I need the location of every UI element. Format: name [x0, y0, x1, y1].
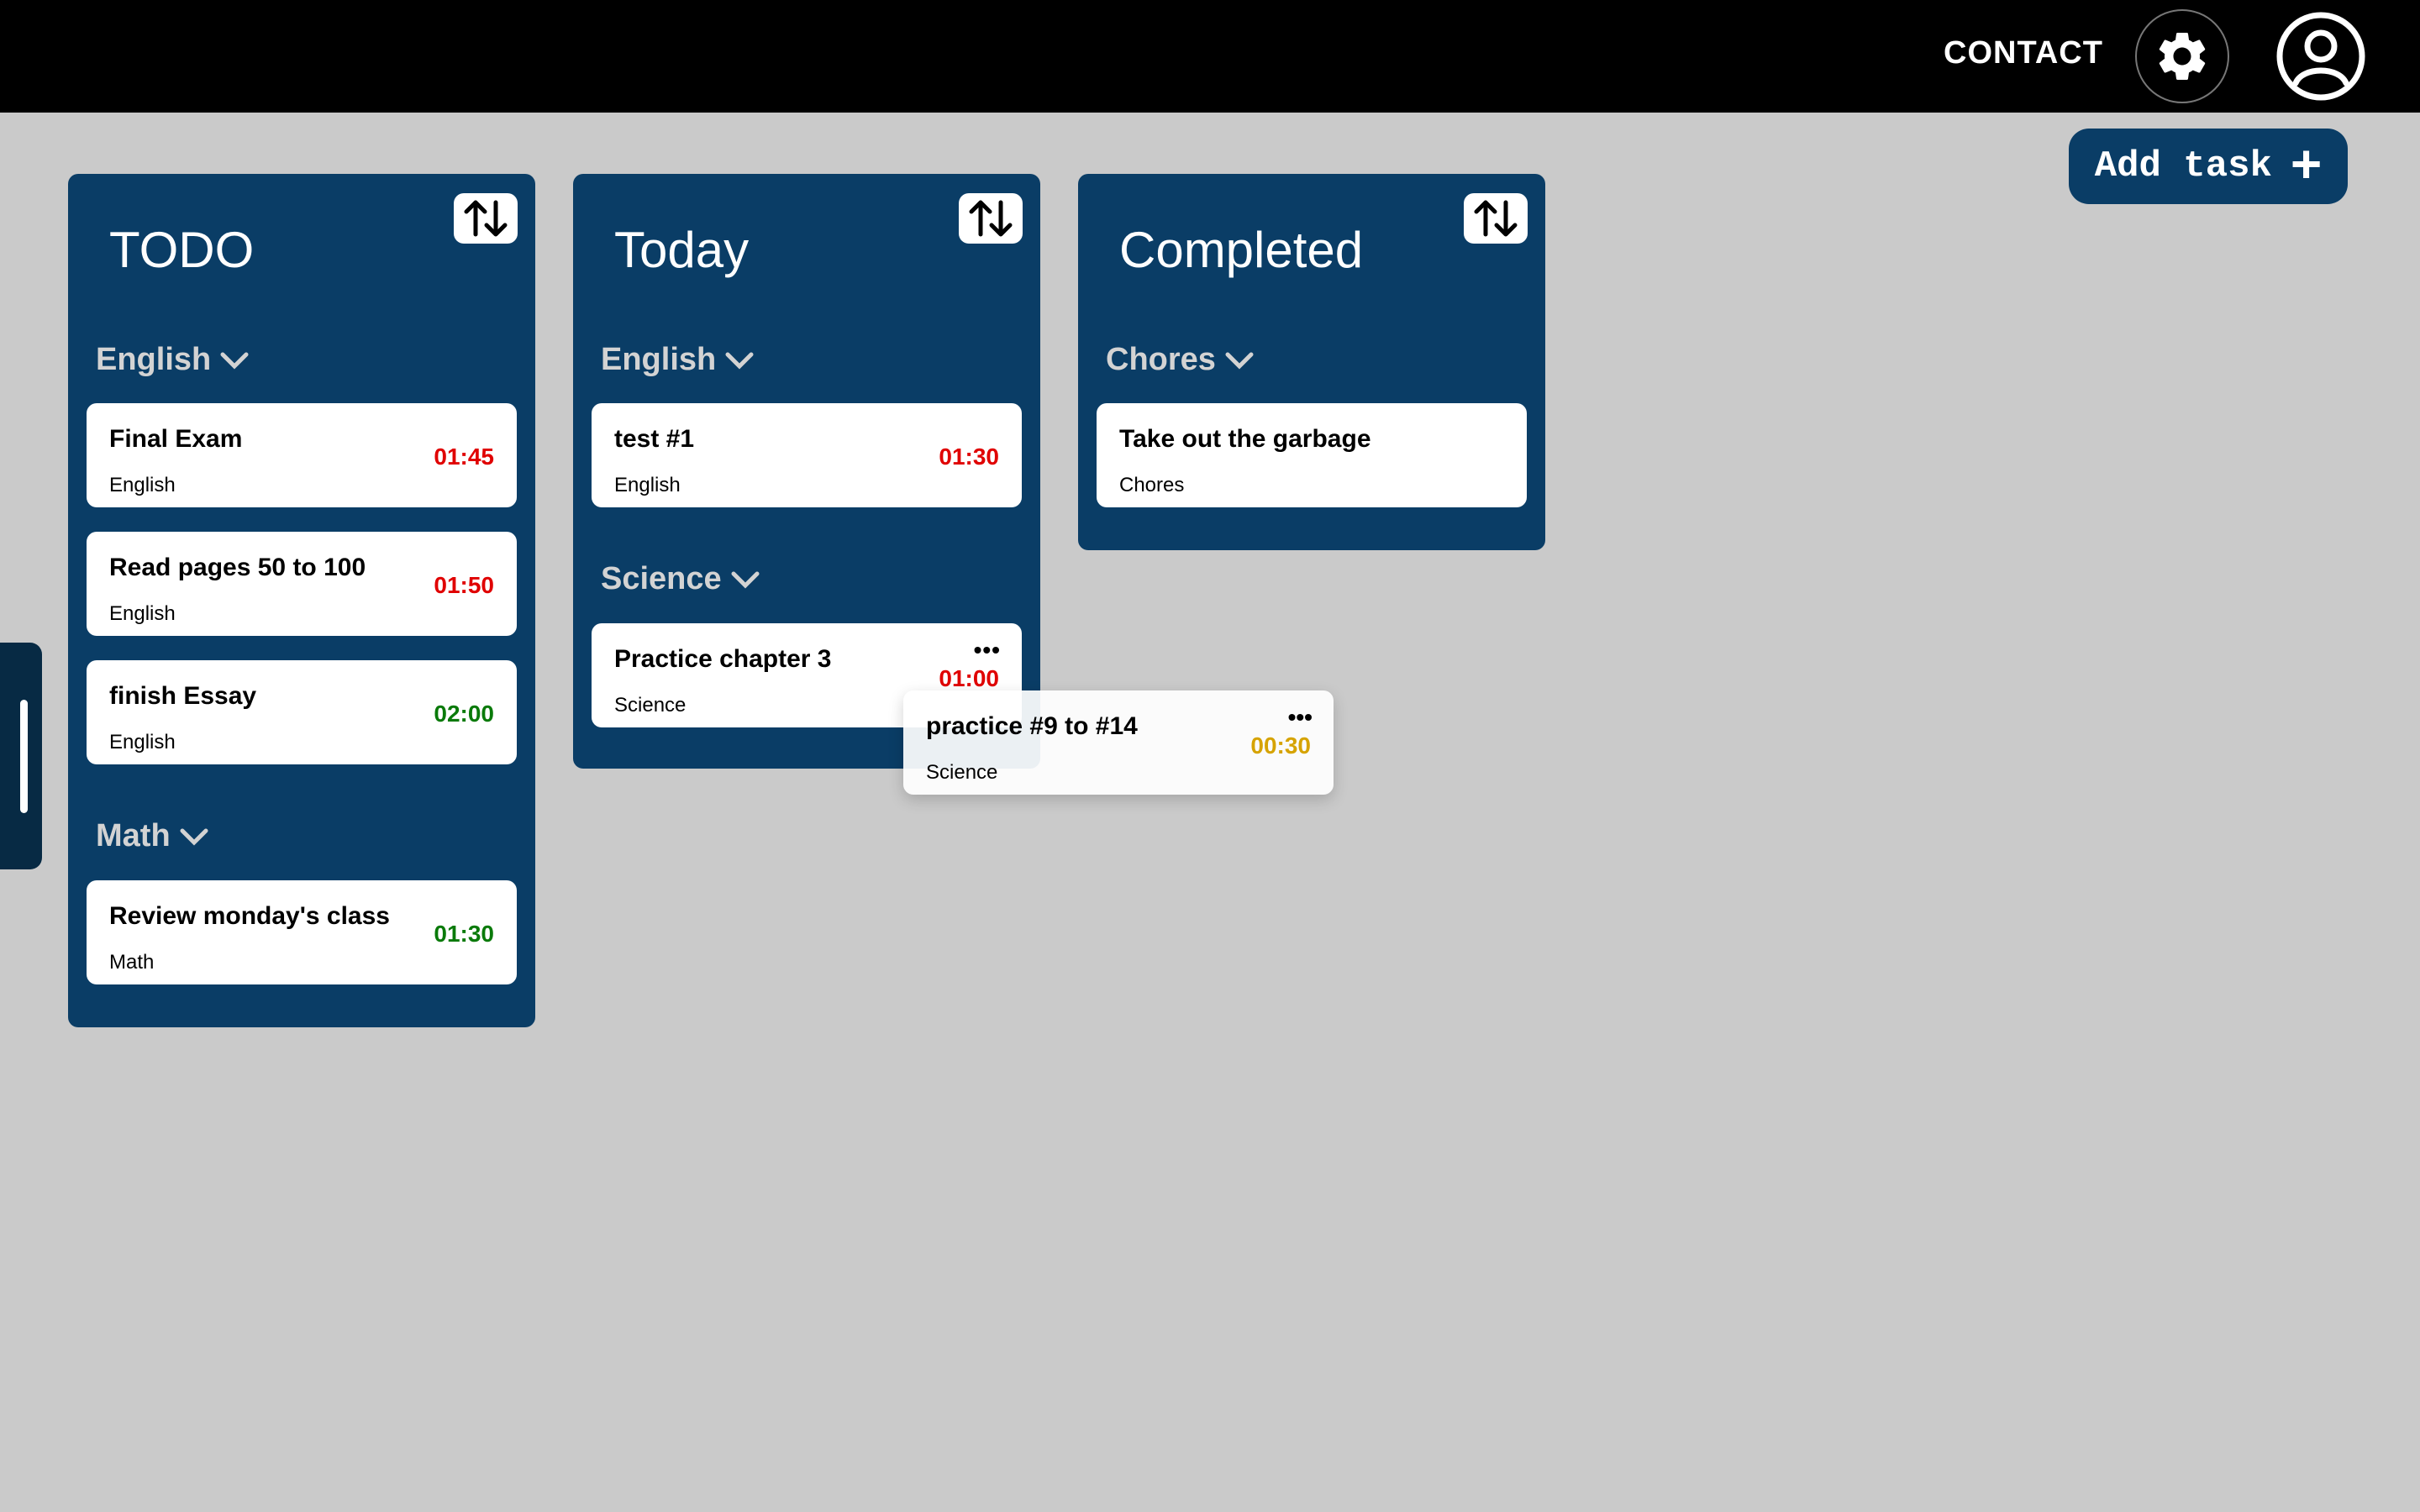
task-category: English: [109, 731, 176, 753]
column-title: TODO: [109, 222, 255, 278]
dragging-task-card[interactable]: practice #9 to #14 Science ••• 00:30: [903, 690, 1334, 795]
more-options-icon[interactable]: •••: [1288, 706, 1313, 729]
gear-icon: [2159, 32, 2206, 80]
task-title: practice #9 to #14: [926, 712, 1138, 740]
group-label: Science: [601, 561, 722, 596]
group-math[interactable]: Math: [96, 818, 209, 854]
task-category: English: [109, 602, 176, 625]
sort-arrows-icon: [969, 200, 1013, 237]
settings-button[interactable]: [2135, 9, 2229, 103]
task-title: finish Essay: [109, 682, 257, 710]
more-options-icon[interactable]: •••: [974, 638, 1001, 662]
task-card[interactable]: Read pages 50 to 100 English 01:50: [87, 532, 517, 636]
top-nav-bar: CONTACT: [0, 0, 2420, 113]
task-card[interactable]: finish Essay English 02:00: [87, 660, 517, 764]
task-time: 02:00: [434, 701, 494, 727]
column-title: Completed: [1119, 222, 1364, 278]
task-card[interactable]: Review monday's class Math 01:30: [87, 880, 517, 984]
group-label: Chores: [1106, 342, 1216, 377]
group-english[interactable]: English: [96, 342, 250, 378]
sort-button[interactable]: [454, 193, 518, 244]
task-time: 01:30: [939, 444, 999, 470]
task-title: Read pages 50 to 100: [109, 554, 366, 581]
task-category: Math: [109, 951, 155, 974]
add-task-label: Add task: [2094, 145, 2272, 187]
sort-button[interactable]: [1464, 193, 1528, 244]
group-label: Math: [96, 818, 171, 853]
column-today: Today English test #1 English 01:30 Scie…: [573, 174, 1040, 769]
sort-button[interactable]: [959, 193, 1023, 244]
side-drawer-handle[interactable]: [0, 643, 42, 869]
chevron-down-icon: [180, 828, 208, 846]
profile-button[interactable]: [2275, 11, 2366, 102]
chevron-down-icon: [1225, 352, 1254, 370]
add-task-button[interactable]: Add task +: [2069, 129, 2348, 204]
task-category: Science: [614, 694, 687, 717]
task-category: English: [109, 474, 176, 496]
task-category: English: [614, 474, 681, 496]
drawer-grip: [20, 700, 28, 813]
task-time: 01:45: [434, 444, 494, 470]
task-title: Practice chapter 3: [614, 645, 832, 673]
task-card[interactable]: Final Exam English 01:45: [87, 403, 517, 507]
group-english[interactable]: English: [601, 342, 755, 378]
task-title: Take out the garbage: [1119, 425, 1371, 453]
task-category: Chores: [1119, 474, 1185, 496]
group-label: English: [96, 342, 212, 377]
column-title: Today: [614, 222, 750, 278]
contact-link[interactable]: CONTACT: [1944, 35, 2103, 71]
task-time: 01:00: [939, 665, 999, 691]
task-title: test #1: [614, 425, 695, 453]
task-time: 00:30: [1250, 732, 1311, 759]
group-chores[interactable]: Chores: [1106, 342, 1255, 378]
sort-arrows-icon: [1474, 200, 1518, 237]
group-science[interactable]: Science: [601, 561, 760, 597]
group-label: English: [601, 342, 717, 377]
task-card[interactable]: Take out the garbage Chores: [1097, 403, 1527, 507]
user-circle-icon: [2276, 12, 2365, 101]
task-category: Science: [926, 761, 998, 784]
task-time: 01:50: [434, 572, 494, 598]
chevron-down-icon: [731, 571, 760, 589]
task-time: 01:30: [434, 921, 494, 947]
sort-arrows-icon: [464, 200, 508, 237]
column-todo: TODO English Final Exam English 01:45 Re…: [68, 174, 535, 1027]
chevron-down-icon: [725, 352, 754, 370]
chevron-down-icon: [220, 352, 249, 370]
plus-icon: +: [2290, 134, 2323, 194]
task-title: Review monday's class: [109, 902, 390, 930]
task-card[interactable]: test #1 English 01:30: [592, 403, 1022, 507]
task-title: Final Exam: [109, 425, 243, 453]
column-completed: Completed Chores Take out the garbage Ch…: [1078, 174, 1545, 550]
